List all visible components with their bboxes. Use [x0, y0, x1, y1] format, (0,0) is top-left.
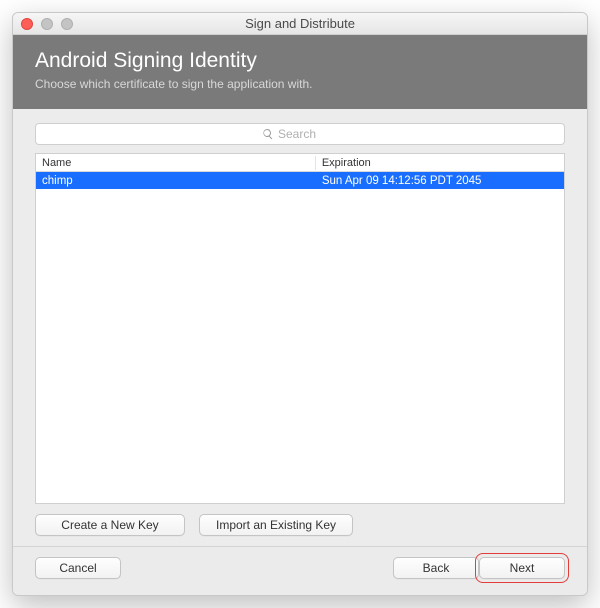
- next-button-highlight: Next: [479, 557, 565, 579]
- create-key-button[interactable]: Create a New Key: [35, 514, 185, 536]
- dialog-footer: Cancel Back Next: [13, 546, 587, 595]
- titlebar: Sign and Distribute: [13, 13, 587, 35]
- back-button[interactable]: Back: [393, 557, 479, 579]
- table-row[interactable]: chimp Sun Apr 09 14:12:56 PDT 2045: [36, 172, 564, 189]
- column-name[interactable]: Name: [36, 156, 316, 170]
- table-body[interactable]: chimp Sun Apr 09 14:12:56 PDT 2045: [36, 172, 564, 503]
- cell-name: chimp: [36, 174, 316, 188]
- window-title: Sign and Distribute: [13, 16, 587, 31]
- key-actions: Create a New Key Import an Existing Key: [35, 514, 565, 536]
- search-icon: [262, 128, 274, 140]
- search-field[interactable]: [35, 123, 565, 145]
- header-title: Android Signing Identity: [35, 49, 565, 73]
- header-subtitle: Choose which certificate to sign the app…: [35, 77, 565, 91]
- dialog-window: Sign and Distribute Android Signing Iden…: [12, 12, 588, 596]
- search-input[interactable]: [278, 127, 338, 141]
- import-key-button[interactable]: Import an Existing Key: [199, 514, 353, 536]
- dialog-header: Android Signing Identity Choose which ce…: [13, 35, 587, 109]
- dialog-content: Name Expiration chimp Sun Apr 09 14:12:5…: [13, 109, 587, 546]
- column-expiration[interactable]: Expiration: [316, 156, 564, 170]
- next-button[interactable]: Next: [479, 557, 565, 579]
- table-header: Name Expiration: [36, 154, 564, 172]
- certificate-table: Name Expiration chimp Sun Apr 09 14:12:5…: [35, 153, 565, 504]
- cancel-button[interactable]: Cancel: [35, 557, 121, 579]
- cell-expiration: Sun Apr 09 14:12:56 PDT 2045: [316, 174, 564, 188]
